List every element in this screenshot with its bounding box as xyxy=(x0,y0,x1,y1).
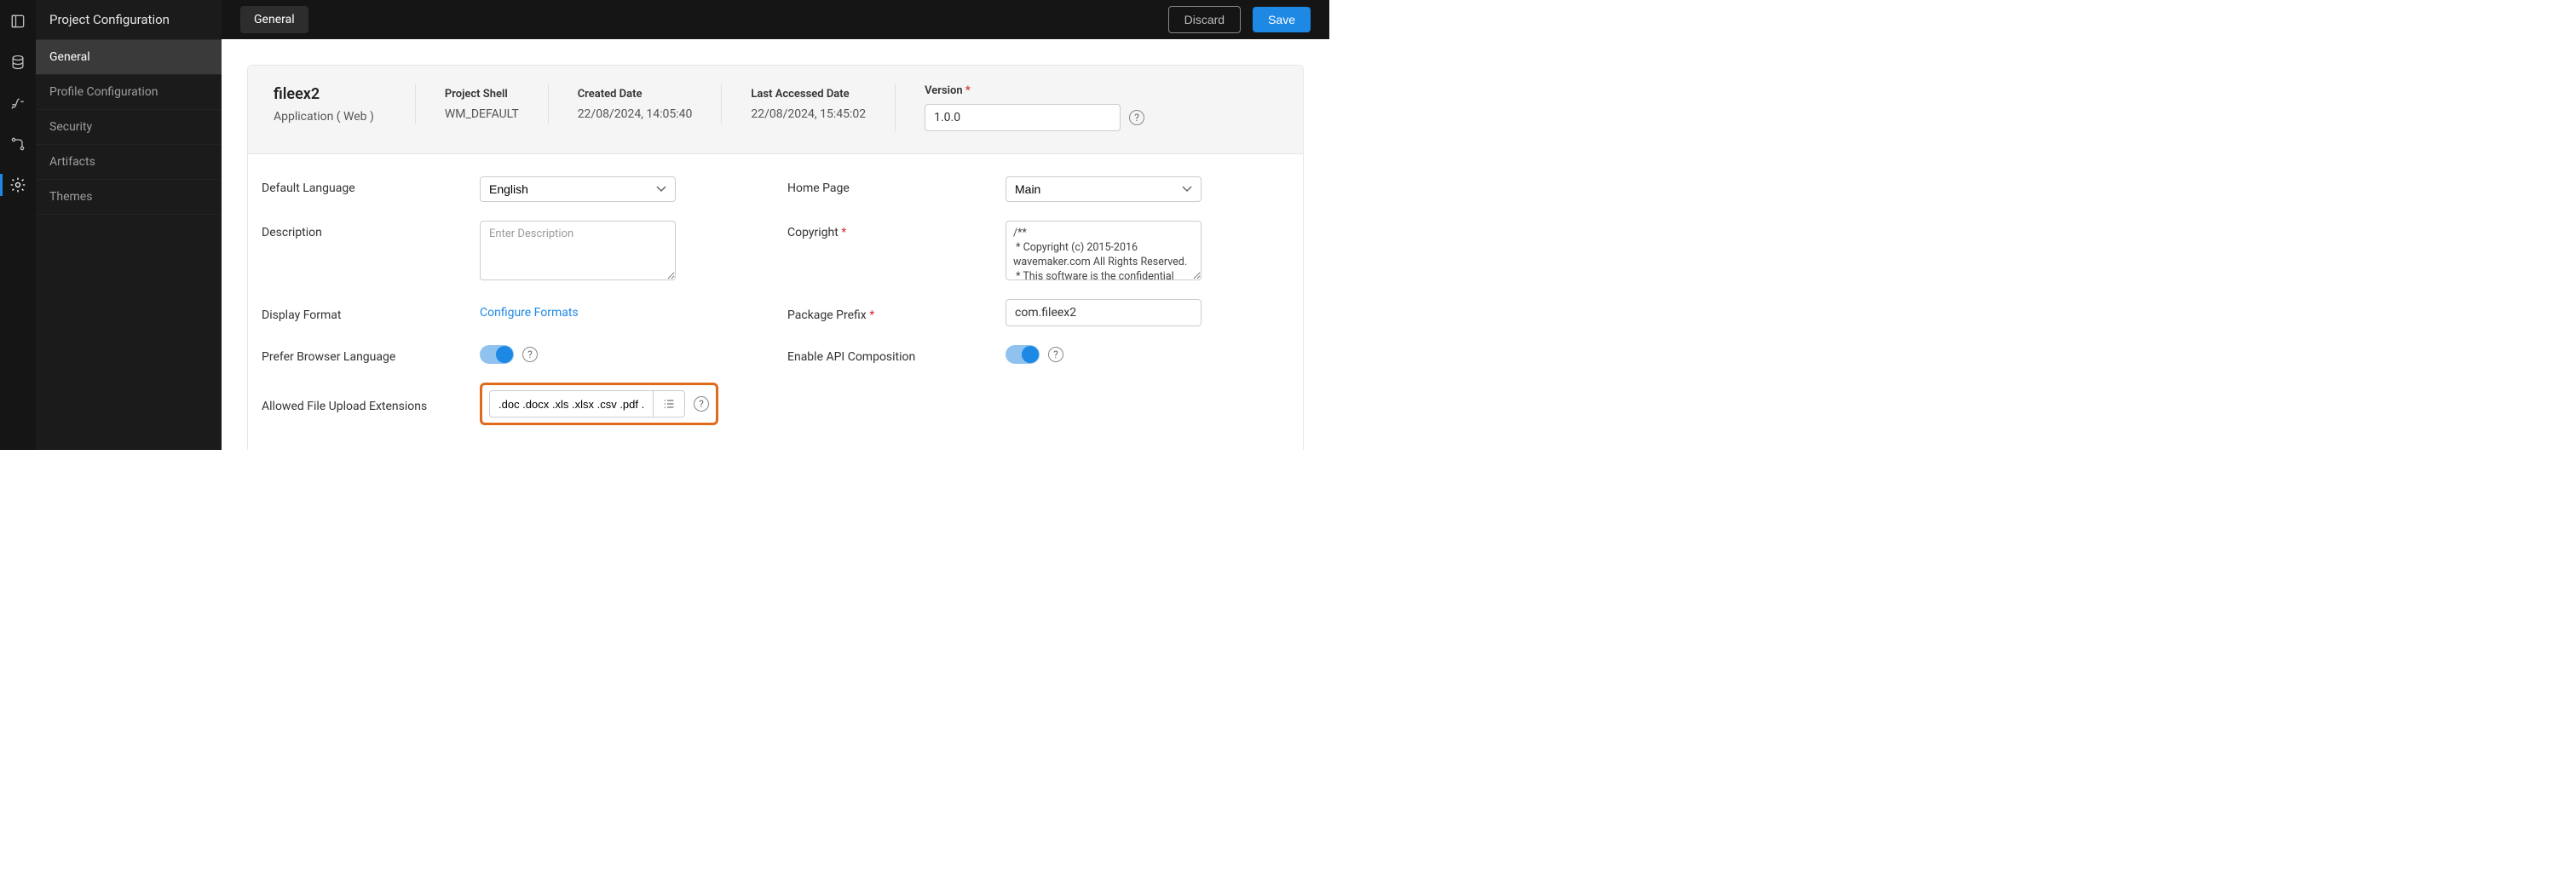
rail-settings[interactable] xyxy=(0,172,36,198)
version-label: Version xyxy=(925,84,1144,97)
prefer-browser-language-toggle[interactable] xyxy=(480,345,514,364)
sidebar-item-security[interactable]: Security xyxy=(36,110,222,145)
project-header: fileex2 Application ( Web ) Project Shel… xyxy=(248,66,1303,154)
icon-rail xyxy=(0,0,36,450)
content: fileex2 Application ( Web ) Project Shel… xyxy=(222,39,1329,450)
package-prefix-label: Package Prefix xyxy=(787,303,1000,322)
last-accessed-label: Last Accessed Date xyxy=(751,88,866,101)
allowed-extensions-help-icon[interactable]: ? xyxy=(694,396,709,412)
list-icon xyxy=(662,397,676,411)
save-button[interactable]: Save xyxy=(1253,7,1311,32)
enable-api-composition-label: Enable API Composition xyxy=(787,345,1000,364)
home-page-label: Home Page xyxy=(787,176,1000,195)
version-help-icon[interactable]: ? xyxy=(1129,110,1144,125)
sidebar-item-general[interactable]: General xyxy=(36,40,222,75)
default-language-label: Default Language xyxy=(262,176,475,195)
main: General Discard Save fileex2 Application… xyxy=(222,0,1329,450)
enable-api-composition-help-icon[interactable]: ? xyxy=(1048,347,1063,362)
rail-projects[interactable] xyxy=(0,9,36,34)
last-accessed-value: 22/08/2024, 15:45:02 xyxy=(751,107,866,121)
discard-button[interactable]: Discard xyxy=(1168,6,1241,33)
allowed-extensions-highlight: ? xyxy=(480,383,718,425)
sidebar-title: Project Configuration xyxy=(36,0,222,40)
prefer-browser-language-label: Prefer Browser Language xyxy=(262,345,475,364)
project-shell-label: Project Shell xyxy=(445,88,519,101)
description-textarea[interactable] xyxy=(480,221,676,280)
version-input[interactable] xyxy=(925,104,1121,131)
database-icon xyxy=(9,54,26,71)
copyright-label: Copyright xyxy=(787,221,1000,239)
description-label: Description xyxy=(262,221,475,239)
services-icon xyxy=(9,95,26,112)
allowed-extensions-list-button[interactable] xyxy=(653,390,685,418)
apis-icon xyxy=(9,135,26,153)
rail-services[interactable] xyxy=(0,90,36,116)
created-date-value: 22/08/2024, 14:05:40 xyxy=(578,107,693,121)
project-shell-value: WM_DEFAULT xyxy=(445,107,519,121)
tab-general[interactable]: General xyxy=(240,6,308,33)
form-area: Default Language English Home Page Main … xyxy=(248,154,1303,450)
sidebar-item-themes[interactable]: Themes xyxy=(36,180,222,215)
created-date-label: Created Date xyxy=(578,88,693,101)
sidebar-item-artifacts[interactable]: Artifacts xyxy=(36,145,222,180)
copyright-value[interactable]: /** * Copyright (c) 2015-2016 wavemaker.… xyxy=(1006,221,1202,280)
rail-apis[interactable] xyxy=(0,131,36,157)
settings-card: fileex2 Application ( Web ) Project Shel… xyxy=(247,65,1304,450)
allowed-extensions-label: Allowed File Upload Extensions xyxy=(262,395,475,413)
display-format-label: Display Format xyxy=(262,303,475,322)
home-page-select[interactable]: Main xyxy=(1006,176,1202,202)
settings-icon xyxy=(9,176,26,193)
sidebar-item-profile-configuration[interactable]: Profile Configuration xyxy=(36,75,222,110)
sidebar: Project Configuration General Profile Co… xyxy=(36,0,222,450)
allowed-extensions-input[interactable] xyxy=(489,390,653,418)
default-language-select[interactable]: English xyxy=(480,176,676,202)
app-subtitle: Application ( Web ) xyxy=(274,110,374,124)
enable-api-composition-toggle[interactable] xyxy=(1006,345,1040,364)
projects-icon xyxy=(9,13,26,30)
app-name: fileex2 xyxy=(274,85,374,103)
prefer-browser-language-help-icon[interactable]: ? xyxy=(522,347,538,362)
package-prefix-input[interactable] xyxy=(1006,299,1202,326)
topbar: General Discard Save xyxy=(222,0,1329,39)
configure-formats-link[interactable]: Configure Formats xyxy=(480,306,753,320)
rail-database[interactable] xyxy=(0,49,36,75)
